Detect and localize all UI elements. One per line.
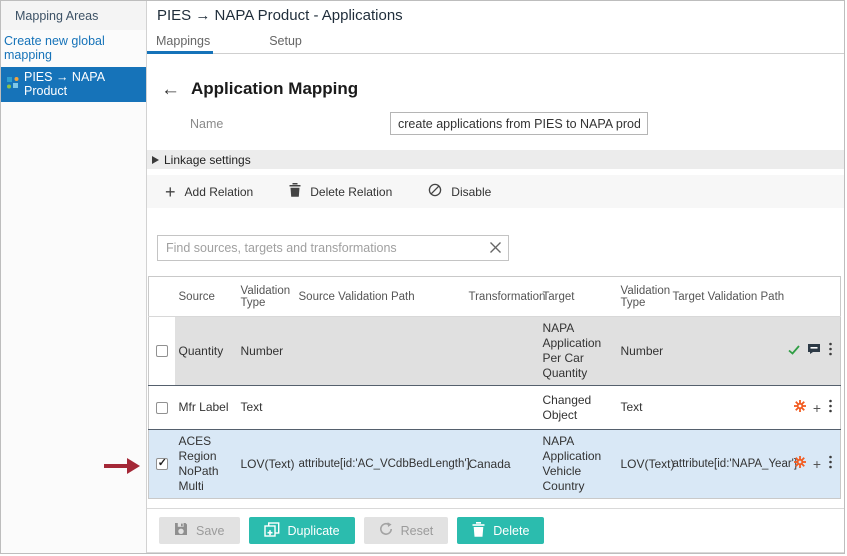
transformation-gear-icon — [794, 400, 806, 416]
cell-source-validation-path: attribute[id:'AC_VCdbBedLength'] — [295, 430, 465, 499]
disable-label: Disable — [451, 185, 491, 199]
duplicate-label: Duplicate — [288, 524, 340, 538]
save-floppy-icon — [174, 522, 188, 539]
kebab-menu-icon[interactable] — [828, 399, 833, 417]
main-panel: PIES → NAPA Product - Applications Mappi… — [147, 1, 844, 553]
kebab-menu-icon[interactable] — [828, 342, 833, 360]
search-input[interactable] — [157, 235, 509, 261]
name-label: Name — [190, 117, 390, 131]
tab-mappings[interactable]: Mappings — [156, 34, 210, 48]
row-checkbox[interactable] — [156, 345, 168, 357]
search-box — [157, 235, 509, 261]
disable-button[interactable]: Disable — [428, 183, 491, 200]
cell-target-validation-path — [669, 317, 787, 386]
select-all-column — [149, 277, 175, 317]
duplicate-copy-icon — [264, 522, 280, 540]
name-input[interactable] — [390, 112, 648, 135]
reset-button: Reset — [364, 517, 449, 544]
back-arrow-icon[interactable]: ← — [161, 80, 180, 99]
valid-check-icon — [788, 344, 800, 359]
cell-transformation — [465, 317, 539, 386]
cell-target-validation-type: LOV(Text) — [617, 430, 669, 499]
comment-icon[interactable] — [807, 343, 821, 359]
cell-target: NAPA Application Vehicle Country — [539, 430, 617, 499]
save-label: Save — [196, 524, 225, 538]
row-checkbox[interactable] — [156, 402, 168, 414]
expander-triangle-icon — [152, 156, 159, 164]
delete-relation-label: Delete Relation — [310, 185, 392, 199]
col-source: Source — [175, 277, 237, 317]
mapping-area-icon — [6, 76, 19, 92]
cell-target: NAPA Application Per Car Quantity — [539, 317, 617, 386]
cell-transformation: Canada — [465, 430, 539, 499]
reset-label: Reset — [401, 524, 434, 538]
kebab-menu-icon[interactable] — [828, 455, 833, 473]
delete-button[interactable]: Delete — [457, 517, 544, 544]
tab-bar: Mappings Setup — [147, 28, 844, 54]
add-icon[interactable]: + — [813, 401, 821, 415]
col-target-validation-type: Validation Type — [617, 277, 669, 317]
cell-target-validation-type: Number — [617, 317, 669, 386]
cell-source-validation-type: Number — [237, 317, 295, 386]
transformation-gear-icon — [794, 456, 806, 472]
col-source-validation-path: Source Validation Path — [295, 277, 465, 317]
delete-relation-button[interactable]: Delete Relation — [289, 183, 392, 200]
cell-target-validation-path — [669, 386, 787, 430]
cell-source: ACES Region NoPath Multi — [175, 430, 237, 499]
mapping-heading: Application Mapping — [191, 79, 358, 99]
cell-transformation — [465, 386, 539, 430]
col-target: Target — [539, 277, 617, 317]
sidebar-item-label: PIES → NAPA Product — [24, 70, 142, 98]
col-target-validation-path: Target Validation Path — [669, 277, 787, 317]
page-title: PIES → NAPA Product - Applications — [147, 1, 844, 24]
relation-toolbar: + Add Relation Delete Relation — [147, 175, 844, 208]
action-bar: Save Duplicate — [147, 508, 844, 553]
cell-target-validation-type: Text — [617, 386, 669, 430]
linkage-settings-label: Linkage settings — [164, 153, 251, 167]
cell-source-validation-type: Text — [237, 386, 295, 430]
sidebar-title: Mapping Areas — [1, 1, 146, 30]
app-window: Mapping Areas Create new global mapping … — [0, 0, 845, 554]
cell-target: Changed Object — [539, 386, 617, 430]
row-checkbox[interactable] — [156, 458, 168, 470]
content-area: ← Application Mapping Name Linkage setti… — [147, 54, 844, 553]
add-icon[interactable]: + — [813, 457, 821, 471]
tab-setup[interactable]: Setup — [269, 34, 302, 48]
mappings-table: Source Validation Type Source Validation… — [148, 276, 841, 499]
table-row-quantity[interactable]: Quantity Number NAPA Application Per Car… — [149, 317, 841, 386]
delete-trash-icon — [472, 522, 485, 540]
plus-icon: + — [165, 183, 176, 201]
cell-target-validation-path: attribute[id:'NAPA_Year'] — [669, 430, 787, 499]
cell-source: Mfr Label — [175, 386, 237, 430]
save-button: Save — [159, 517, 240, 544]
cell-source-validation-path — [295, 386, 465, 430]
disable-circle-slash-icon — [428, 183, 442, 200]
row-pointer-arrow — [104, 458, 140, 474]
trash-icon — [289, 183, 301, 200]
table-header-row: Source Validation Type Source Validation… — [149, 277, 841, 317]
cell-source: Quantity — [175, 317, 237, 386]
add-relation-label: Add Relation — [185, 185, 254, 199]
table-row-mfr-label[interactable]: Mfr Label Text Changed Object Text — [149, 386, 841, 430]
sidebar-create-mapping-link[interactable]: Create new global mapping — [1, 30, 146, 67]
reset-refresh-icon — [379, 522, 393, 539]
linkage-settings-expander[interactable]: Linkage settings — [147, 150, 844, 169]
cell-source-validation-path — [295, 317, 465, 386]
cell-source-validation-type: LOV(Text) — [237, 430, 295, 499]
delete-label: Delete — [493, 524, 529, 538]
add-relation-button[interactable]: + Add Relation — [165, 183, 253, 201]
duplicate-button[interactable]: Duplicate — [249, 517, 355, 544]
table-row-aces-region-selected[interactable]: ACES Region NoPath Multi LOV(Text) attri… — [149, 430, 841, 499]
col-source-validation-type: Validation Type — [237, 277, 295, 317]
clear-search-icon[interactable] — [489, 241, 502, 259]
col-transformation: Transformation — [465, 277, 539, 317]
col-actions — [787, 277, 841, 317]
sidebar-item-pies-napa-product[interactable]: PIES → NAPA Product — [1, 67, 146, 102]
